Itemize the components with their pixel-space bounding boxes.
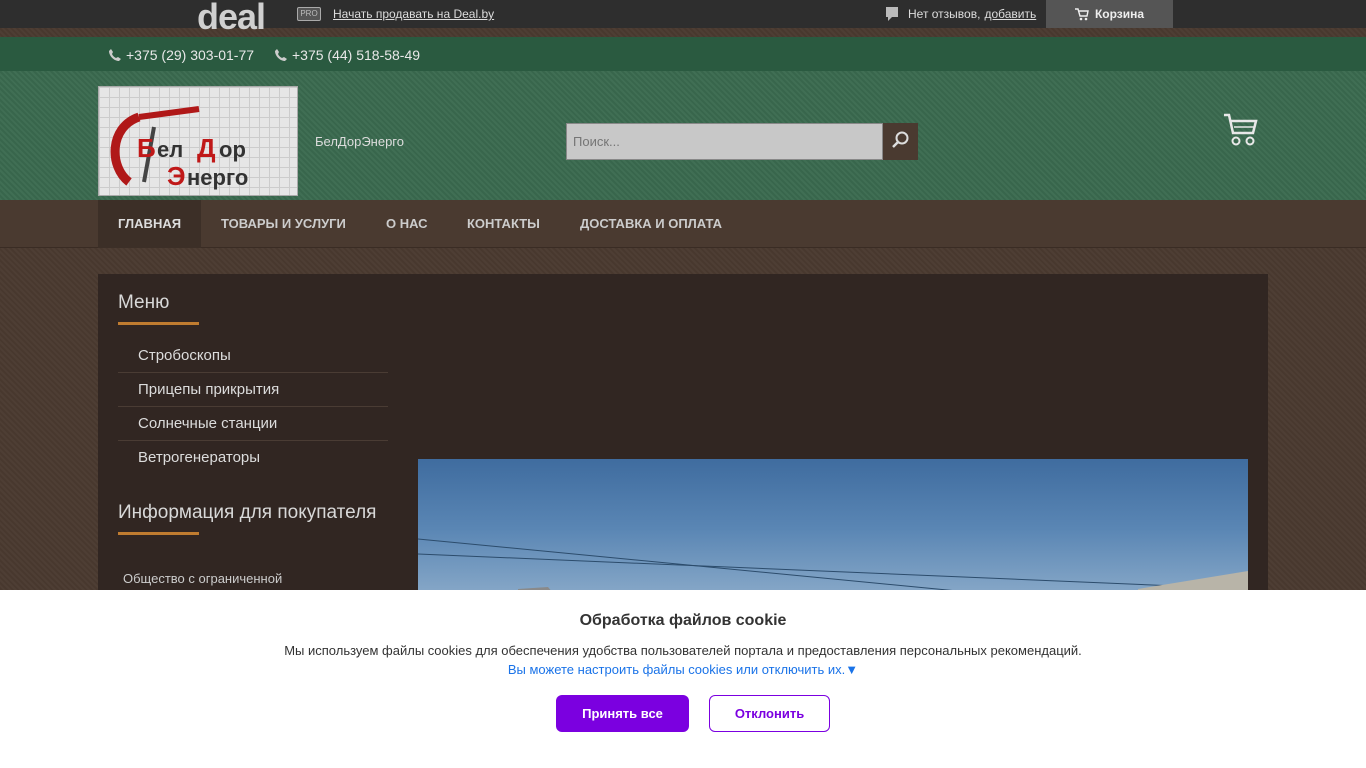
phone-2[interactable]: +375 (44) 518-58-49	[274, 47, 420, 63]
info-title: Информация для покупателя	[118, 502, 377, 523]
info-title-underline	[118, 532, 199, 535]
site-header: Б ел Д ор Э нерго БелДорЭнерго	[0, 71, 1366, 200]
nav-home[interactable]: Главная	[98, 200, 202, 248]
sidebar-item-solar[interactable]: Солнечные станции	[118, 407, 388, 441]
search-icon	[891, 131, 910, 152]
brand-name: БелДорЭнерго	[315, 134, 404, 149]
nav-products[interactable]: Товары и услуги	[201, 200, 366, 248]
company-logo[interactable]: Б ел Д ор Э нерго	[98, 86, 298, 196]
add-review-link[interactable]: добавить	[984, 7, 1036, 21]
cart-label: Корзина	[1094, 7, 1145, 21]
cookie-text: Мы используем файлы cookies для обеспече…	[284, 643, 1082, 658]
phone-bar: +375 (29) 303-01-77 +375 (44) 518-58-49	[0, 37, 1366, 71]
cart-icon	[1074, 7, 1089, 21]
decline-button[interactable]: Отклонить	[709, 695, 830, 732]
reviews-block: Нет отзывов, добавить	[886, 7, 1036, 21]
svg-text:Б: Б	[137, 133, 156, 163]
deal-topbar: deal PRO Начать продавать на Deal.by Нет…	[0, 0, 1366, 36]
sidebar-item-wind[interactable]: Ветрогенераторы	[118, 441, 388, 475]
nav-delivery[interactable]: Доставка и оплата	[560, 200, 742, 248]
banner-photo	[418, 459, 1248, 599]
cart-button[interactable]: Корзина	[1046, 0, 1173, 28]
phone-icon	[274, 48, 288, 62]
nav-about[interactable]: О нас	[366, 200, 448, 248]
shopping-cart-icon[interactable]	[1222, 113, 1258, 147]
pro-badge[interactable]: PRO	[297, 7, 321, 21]
main-nav: Главная Товары и услуги О нас Контакты Д…	[0, 200, 1366, 248]
search-input[interactable]	[566, 123, 883, 160]
phone-2-number: +375 (44) 518-58-49	[292, 47, 421, 63]
phone-1-number: +375 (29) 303-01-77	[126, 47, 255, 63]
reviews-text: Нет отзывов,	[908, 7, 981, 21]
info-text: Общество с ограниченной	[123, 571, 283, 586]
svg-text:Д: Д	[197, 133, 216, 163]
sidebar-item-trailers[interactable]: Прицепы прикрытия	[118, 373, 388, 407]
search-button[interactable]	[883, 123, 918, 160]
menu-title: Меню	[118, 292, 170, 313]
cookie-banner: Обработка файлов cookie Мы используем фа…	[0, 590, 1366, 768]
nav-contacts[interactable]: Контакты	[447, 200, 560, 248]
svg-text:Э: Э	[167, 161, 186, 191]
svg-text:ел: ел	[157, 137, 183, 162]
phone-icon	[108, 48, 122, 62]
svg-text:нерго: нерго	[187, 165, 248, 190]
search-bar	[566, 123, 918, 160]
cookie-title: Обработка файлов cookie	[579, 612, 787, 629]
sidebar-item-stroboscopes[interactable]: Стробоскопы	[118, 339, 388, 373]
deal-logo[interactable]: deal	[197, 0, 266, 36]
comment-icon	[886, 7, 898, 21]
start-selling-link[interactable]: Начать продавать на Deal.by	[333, 7, 494, 21]
accept-all-button[interactable]: Принять все	[556, 695, 689, 732]
cookie-settings-link[interactable]: Вы можете настроить файлы cookies или от…	[0, 662, 1366, 677]
menu-title-underline	[118, 322, 199, 325]
svg-text:ор: ор	[219, 137, 246, 162]
phone-1[interactable]: +375 (29) 303-01-77	[108, 47, 254, 63]
